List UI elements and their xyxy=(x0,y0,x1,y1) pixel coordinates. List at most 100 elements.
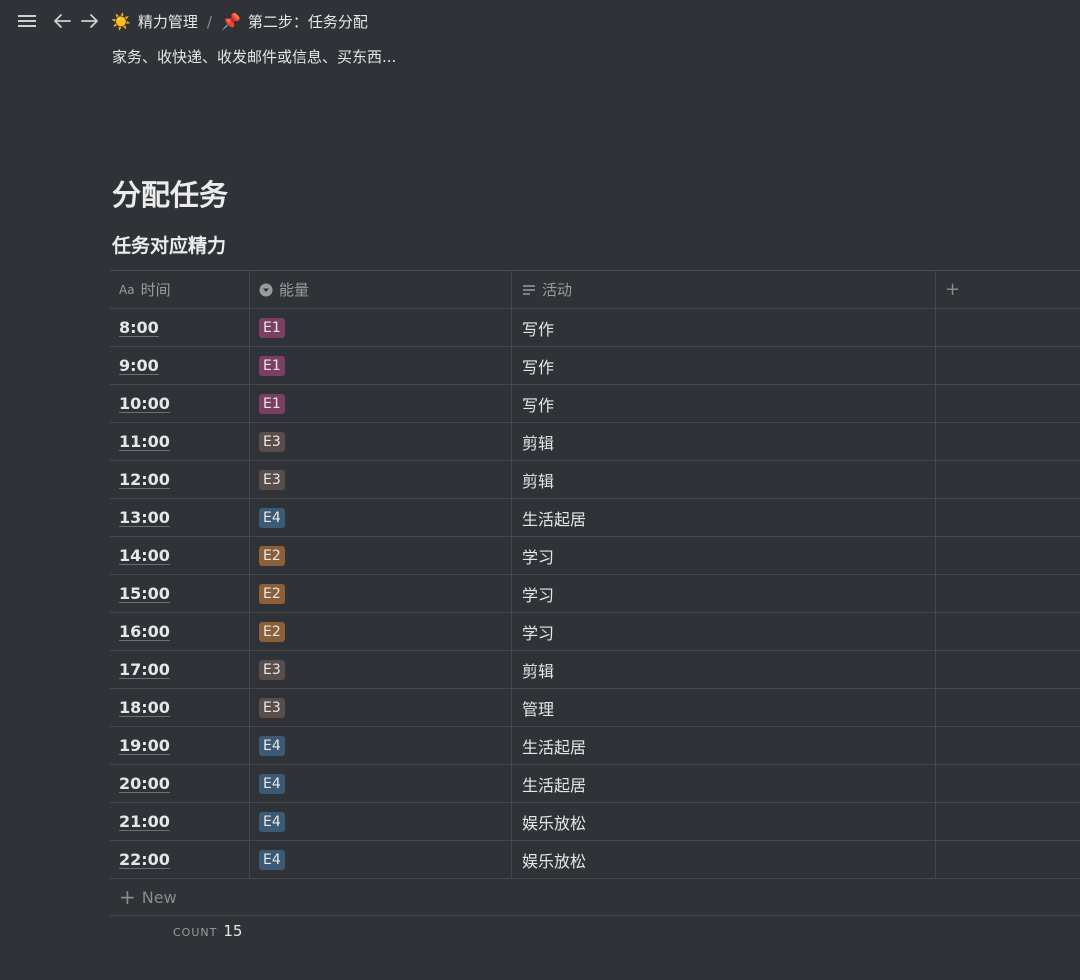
empty-cell[interactable] xyxy=(936,651,1080,688)
activity-cell[interactable]: 娱乐放松 xyxy=(512,803,936,840)
activity-value: 学习 xyxy=(522,623,555,643)
activity-cell[interactable]: 学习 xyxy=(512,575,936,612)
energy-cell[interactable]: E4 xyxy=(250,727,512,764)
empty-cell[interactable] xyxy=(936,575,1080,612)
table-row[interactable]: 21:00 E4 娱乐放松 xyxy=(110,802,1080,840)
table-row[interactable]: 22:00 E4 娱乐放松 xyxy=(110,840,1080,878)
energy-cell[interactable]: E3 xyxy=(250,651,512,688)
column-header-time[interactable]: Aa 时间 xyxy=(110,271,250,308)
table-row[interactable]: 15:00 E2 学习 xyxy=(110,574,1080,612)
time-cell[interactable]: 16:00 xyxy=(110,613,250,650)
time-cell[interactable]: 18:00 xyxy=(110,689,250,726)
energy-cell[interactable]: E4 xyxy=(250,841,512,878)
activity-cell[interactable]: 娱乐放松 xyxy=(512,841,936,878)
energy-cell[interactable]: E2 xyxy=(250,537,512,574)
column-header-energy[interactable]: 能量 xyxy=(250,271,512,308)
activity-cell[interactable]: 管理 xyxy=(512,689,936,726)
energy-cell[interactable]: E1 xyxy=(250,309,512,346)
column-header-activity[interactable]: 活动 xyxy=(512,271,936,308)
energy-cell[interactable]: E4 xyxy=(250,803,512,840)
energy-cell[interactable]: E3 xyxy=(250,689,512,726)
breadcrumb-item-task-assignment[interactable]: 📌 第二步：任务分配 xyxy=(221,11,368,32)
activity-cell[interactable]: 学习 xyxy=(512,613,936,650)
empty-cell[interactable] xyxy=(936,385,1080,422)
activity-cell[interactable]: 学习 xyxy=(512,537,936,574)
energy-cell[interactable]: E1 xyxy=(250,385,512,422)
empty-cell[interactable] xyxy=(936,461,1080,498)
time-cell[interactable]: 19:00 xyxy=(110,727,250,764)
table-row[interactable]: 9:00 E1 写作 xyxy=(110,346,1080,384)
empty-cell[interactable] xyxy=(936,499,1080,536)
empty-cell[interactable] xyxy=(936,613,1080,650)
table-row[interactable]: 10:00 E1 写作 xyxy=(110,384,1080,422)
empty-cell[interactable] xyxy=(936,727,1080,764)
energy-tag: E2 xyxy=(259,583,285,604)
empty-cell[interactable] xyxy=(936,841,1080,878)
table-row[interactable]: 20:00 E4 生活起居 xyxy=(110,764,1080,802)
table-row[interactable]: 17:00 E3 剪辑 xyxy=(110,650,1080,688)
time-value: 15:00 xyxy=(119,583,170,603)
energy-cell[interactable]: E3 xyxy=(250,423,512,460)
new-row-button[interactable]: + New xyxy=(110,878,1080,916)
time-cell[interactable]: 20:00 xyxy=(110,765,250,802)
activity-cell[interactable]: 写作 xyxy=(512,347,936,384)
table-row[interactable]: 12:00 E3 剪辑 xyxy=(110,460,1080,498)
activity-value: 写作 xyxy=(522,357,555,377)
time-cell[interactable]: 17:00 xyxy=(110,651,250,688)
time-cell[interactable]: 13:00 xyxy=(110,499,250,536)
energy-cell[interactable]: E1 xyxy=(250,347,512,384)
time-cell[interactable]: 14:00 xyxy=(110,537,250,574)
energy-tag: E1 xyxy=(259,355,285,376)
time-cell[interactable]: 12:00 xyxy=(110,461,250,498)
time-cell[interactable]: 11:00 xyxy=(110,423,250,460)
empty-cell[interactable] xyxy=(936,347,1080,384)
empty-cell[interactable] xyxy=(936,309,1080,346)
table-row[interactable]: 19:00 E4 生活起居 xyxy=(110,726,1080,764)
time-cell[interactable]: 8:00 xyxy=(110,309,250,346)
add-column-button[interactable]: + xyxy=(936,271,1080,308)
activity-cell[interactable]: 写作 xyxy=(512,385,936,422)
time-cell[interactable]: 21:00 xyxy=(110,803,250,840)
activity-cell[interactable]: 生活起居 xyxy=(512,727,936,764)
time-cell[interactable]: 15:00 xyxy=(110,575,250,612)
activity-cell[interactable]: 剪辑 xyxy=(512,651,936,688)
empty-cell[interactable] xyxy=(936,765,1080,802)
empty-cell[interactable] xyxy=(936,423,1080,460)
hamburger-menu-icon[interactable] xyxy=(16,10,38,32)
empty-cell[interactable] xyxy=(936,537,1080,574)
time-value: 19:00 xyxy=(119,735,170,755)
energy-tag: E4 xyxy=(259,773,285,794)
activity-cell[interactable]: 生活起居 xyxy=(512,765,936,802)
energy-cell[interactable]: E2 xyxy=(250,613,512,650)
energy-tag: E3 xyxy=(259,431,285,452)
count-label: COUNT xyxy=(173,926,218,939)
table-row[interactable]: 14:00 E2 学习 xyxy=(110,536,1080,574)
arrow-left-icon[interactable] xyxy=(51,10,73,32)
table-title[interactable]: 任务对应精力 xyxy=(112,231,226,258)
energy-tag: E4 xyxy=(259,811,285,832)
time-cell[interactable]: 22:00 xyxy=(110,841,250,878)
activity-cell[interactable]: 写作 xyxy=(512,309,936,346)
energy-cell[interactable]: E3 xyxy=(250,461,512,498)
table-row[interactable]: 16:00 E2 学习 xyxy=(110,612,1080,650)
count-summary[interactable]: COUNT 15 xyxy=(173,922,242,940)
time-cell[interactable]: 10:00 xyxy=(110,385,250,422)
table-row[interactable]: 8:00 E1 写作 xyxy=(110,308,1080,346)
activity-cell[interactable]: 生活起居 xyxy=(512,499,936,536)
activity-cell[interactable]: 剪辑 xyxy=(512,461,936,498)
empty-cell[interactable] xyxy=(936,803,1080,840)
table-row[interactable]: 11:00 E3 剪辑 xyxy=(110,422,1080,460)
table-row[interactable]: 18:00 E3 管理 xyxy=(110,688,1080,726)
energy-cell[interactable]: E2 xyxy=(250,575,512,612)
table-row[interactable]: 13:00 E4 生活起居 xyxy=(110,498,1080,536)
energy-cell[interactable]: E4 xyxy=(250,499,512,536)
empty-cell[interactable] xyxy=(936,689,1080,726)
time-cell[interactable]: 9:00 xyxy=(110,347,250,384)
activity-cell[interactable]: 剪辑 xyxy=(512,423,936,460)
arrow-right-icon[interactable] xyxy=(79,10,101,32)
energy-cell[interactable]: E4 xyxy=(250,765,512,802)
table-body: 8:00 E1 写作 9:00 E1 写作 10:00 E1 写作 11:00 E3 剪辑 12:00 E… xyxy=(110,308,1080,878)
breadcrumb-item-energy-management[interactable]: ☀️ 精力管理 xyxy=(111,11,198,32)
activity-value: 娱乐放松 xyxy=(522,813,587,833)
database-table: Aa 时间 能量 活动 + 8:00 E1 写作 9:00 E1 写作 10:00 E1 写作 1… xyxy=(110,270,1080,916)
